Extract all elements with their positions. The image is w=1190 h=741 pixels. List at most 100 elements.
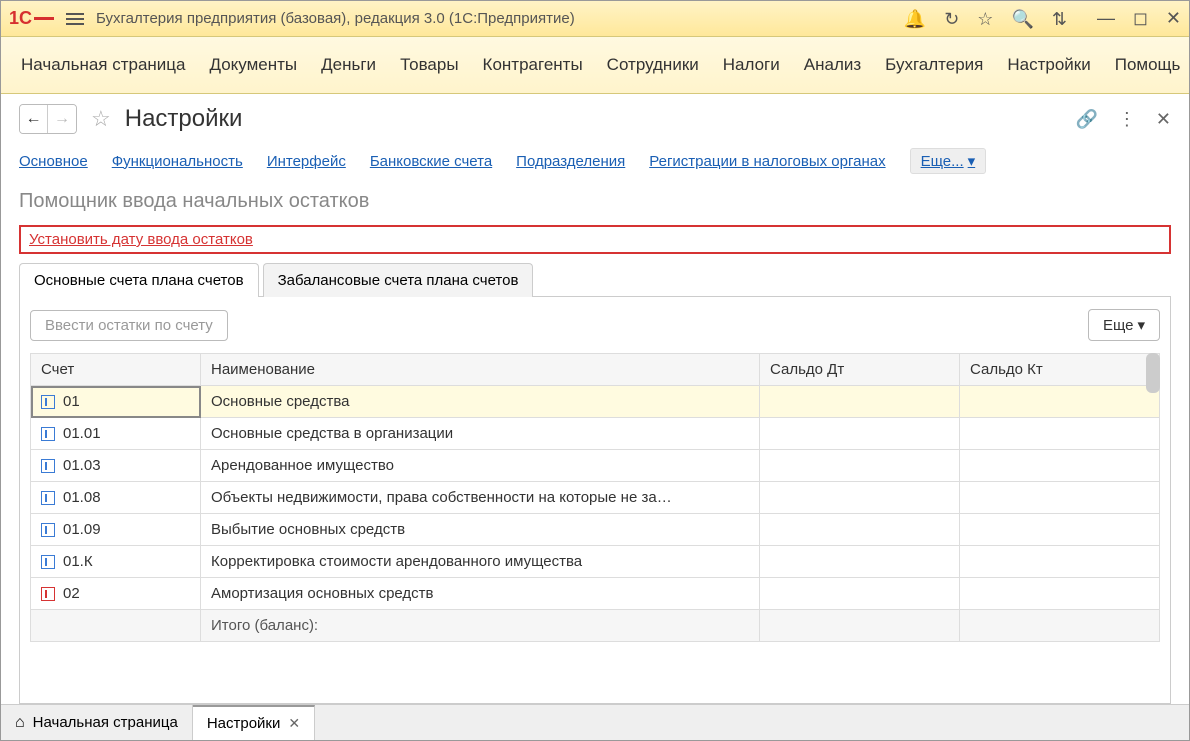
star-icon[interactable]: ☆ bbox=[977, 10, 993, 28]
taskbar: ⌂ Начальная страница Настройки ✕ bbox=[1, 704, 1189, 740]
cell-credit bbox=[960, 514, 1160, 546]
close-page-icon[interactable]: ✕ bbox=[1156, 109, 1171, 130]
table-header-row: Счет Наименование Сальдо Дт Сальдо Кт bbox=[31, 354, 1160, 386]
title-actions: 🔔 ↻ ☆ 🔍 ⇅ bbox=[904, 10, 1067, 28]
back-button[interactable]: ← bbox=[20, 105, 48, 133]
cell-debit bbox=[760, 386, 960, 418]
account-icon bbox=[41, 459, 55, 473]
cell-credit bbox=[960, 578, 1160, 610]
page-subtitle: Помощник ввода начальных остатков bbox=[19, 190, 1171, 213]
table-row[interactable]: 01.01Основные средства в организации bbox=[31, 418, 1160, 450]
hamburger-icon[interactable] bbox=[66, 13, 84, 25]
favorite-icon[interactable]: ☆ bbox=[91, 106, 111, 132]
cell-account: 02 bbox=[31, 578, 201, 610]
account-icon bbox=[41, 491, 55, 505]
cell-name: Амортизация основных средств bbox=[201, 578, 760, 610]
app-title: Бухгалтерия предприятия (базовая), редак… bbox=[96, 10, 575, 27]
toolbar-more-button[interactable]: Еще ▾ bbox=[1088, 309, 1160, 341]
col-account[interactable]: Счет bbox=[31, 354, 201, 386]
history-icon[interactable]: ↻ bbox=[944, 10, 959, 28]
cell-debit bbox=[760, 578, 960, 610]
cell-debit bbox=[760, 514, 960, 546]
subnav-more-label: Еще... bbox=[921, 153, 964, 170]
table-row[interactable]: 01.08Объекты недвижимости, права собстве… bbox=[31, 482, 1160, 514]
table-row[interactable]: 01.ККорректировка стоимости арендованног… bbox=[31, 546, 1160, 578]
minimize-button[interactable]: — bbox=[1097, 8, 1115, 29]
menu-taxes[interactable]: Налоги bbox=[723, 55, 780, 75]
tab-main-accounts[interactable]: Основные счета плана счетов bbox=[19, 263, 259, 297]
menu-settings[interactable]: Настройки bbox=[1007, 55, 1090, 75]
menu-home[interactable]: Начальная страница bbox=[21, 55, 186, 75]
table-row[interactable]: 02Амортизация основных средств bbox=[31, 578, 1160, 610]
account-icon bbox=[41, 523, 55, 537]
subnav-more[interactable]: Еще... ▾ bbox=[910, 148, 987, 174]
cell-name: Выбытие основных средств bbox=[201, 514, 760, 546]
menu-help[interactable]: Помощь bbox=[1115, 55, 1181, 75]
search-icon[interactable]: 🔍 bbox=[1011, 10, 1033, 28]
subnav-bank-accounts[interactable]: Банковские счета bbox=[370, 153, 492, 170]
maximize-button[interactable]: ◻ bbox=[1133, 8, 1148, 29]
cell-credit bbox=[960, 610, 1160, 642]
menu-analysis[interactable]: Анализ bbox=[804, 55, 861, 75]
titlebar: 1C Бухгалтерия предприятия (базовая), ре… bbox=[1, 1, 1189, 37]
cell-account bbox=[31, 610, 201, 642]
set-date-link[interactable]: Установить дату ввода остатков bbox=[29, 231, 253, 248]
cell-credit bbox=[960, 386, 1160, 418]
scrollbar[interactable] bbox=[1146, 353, 1160, 393]
cell-debit bbox=[760, 418, 960, 450]
tabs: Основные счета плана счетов Забалансовые… bbox=[19, 262, 1171, 296]
table-row[interactable]: 01.09Выбытие основных средств bbox=[31, 514, 1160, 546]
accounts-table: Счет Наименование Сальдо Дт Сальдо Кт 01… bbox=[30, 353, 1160, 642]
cell-account: 01.01 bbox=[31, 418, 201, 450]
cell-account: 01.К bbox=[31, 546, 201, 578]
task-home[interactable]: ⌂ Начальная страница bbox=[1, 705, 193, 740]
cell-account: 01.09 bbox=[31, 514, 201, 546]
subnav-main[interactable]: Основное bbox=[19, 153, 88, 170]
logo-1c: 1C bbox=[9, 8, 54, 29]
subnav-functionality[interactable]: Функциональность bbox=[112, 153, 243, 170]
chevron-down-icon: ▾ bbox=[968, 152, 976, 170]
link-icon[interactable]: 🔗 bbox=[1075, 109, 1097, 130]
bell-icon[interactable]: 🔔 bbox=[904, 10, 926, 28]
cell-total-label: Итого (баланс): bbox=[201, 610, 760, 642]
enter-balances-button[interactable]: Ввести остатки по счету bbox=[30, 310, 228, 341]
menu-money[interactable]: Деньги bbox=[321, 55, 376, 75]
tab-offbalance-accounts[interactable]: Забалансовые счета плана счетов bbox=[263, 263, 534, 297]
menu-goods[interactable]: Товары bbox=[400, 55, 458, 75]
filter-icon[interactable]: ⇅ bbox=[1052, 10, 1067, 28]
set-date-box: Установить дату ввода остатков bbox=[19, 225, 1171, 254]
window-buttons: — ◻ ✕ bbox=[1097, 8, 1181, 29]
subnav: Основное Функциональность Интерфейс Банк… bbox=[19, 148, 1171, 174]
table-wrap: Счет Наименование Сальдо Дт Сальдо Кт 01… bbox=[30, 353, 1160, 693]
forward-button[interactable]: → bbox=[48, 105, 76, 133]
kebab-icon[interactable]: ⋮ bbox=[1118, 109, 1136, 130]
subnav-tax-registrations[interactable]: Регистрации в налоговых органах bbox=[649, 153, 885, 170]
account-icon bbox=[41, 395, 55, 409]
close-task-icon[interactable]: ✕ bbox=[288, 715, 300, 732]
subnav-divisions[interactable]: Подразделения bbox=[516, 153, 625, 170]
account-icon bbox=[41, 427, 55, 441]
cell-name: Корректировка стоимости арендованного им… bbox=[201, 546, 760, 578]
cell-name: Арендованное имущество bbox=[201, 450, 760, 482]
page-title: Настройки bbox=[125, 105, 243, 133]
cell-name: Основные средства bbox=[201, 386, 760, 418]
cell-account: 01.08 bbox=[31, 482, 201, 514]
table-row[interactable]: 01Основные средства bbox=[31, 386, 1160, 418]
page-header: ← → ☆ Настройки 🔗 ⋮ ✕ bbox=[19, 104, 1171, 134]
tab-content: Ввести остатки по счету Еще ▾ Счет Наиме… bbox=[19, 296, 1171, 704]
toolbar: Ввести остатки по счету Еще ▾ bbox=[30, 309, 1160, 341]
menu-counterparties[interactable]: Контрагенты bbox=[483, 55, 583, 75]
menu-accounting[interactable]: Бухгалтерия bbox=[885, 55, 983, 75]
menu-documents[interactable]: Документы bbox=[210, 55, 298, 75]
col-credit[interactable]: Сальдо Кт bbox=[960, 354, 1160, 386]
page-actions: 🔗 ⋮ ✕ bbox=[1075, 109, 1171, 130]
task-settings[interactable]: Настройки ✕ bbox=[193, 705, 315, 740]
col-debit[interactable]: Сальдо Дт bbox=[760, 354, 960, 386]
menu-employees[interactable]: Сотрудники bbox=[607, 55, 699, 75]
table-row[interactable]: 01.03Арендованное имущество bbox=[31, 450, 1160, 482]
col-name[interactable]: Наименование bbox=[201, 354, 760, 386]
close-button[interactable]: ✕ bbox=[1166, 8, 1181, 29]
cell-debit bbox=[760, 610, 960, 642]
cell-credit bbox=[960, 546, 1160, 578]
subnav-interface[interactable]: Интерфейс bbox=[267, 153, 346, 170]
